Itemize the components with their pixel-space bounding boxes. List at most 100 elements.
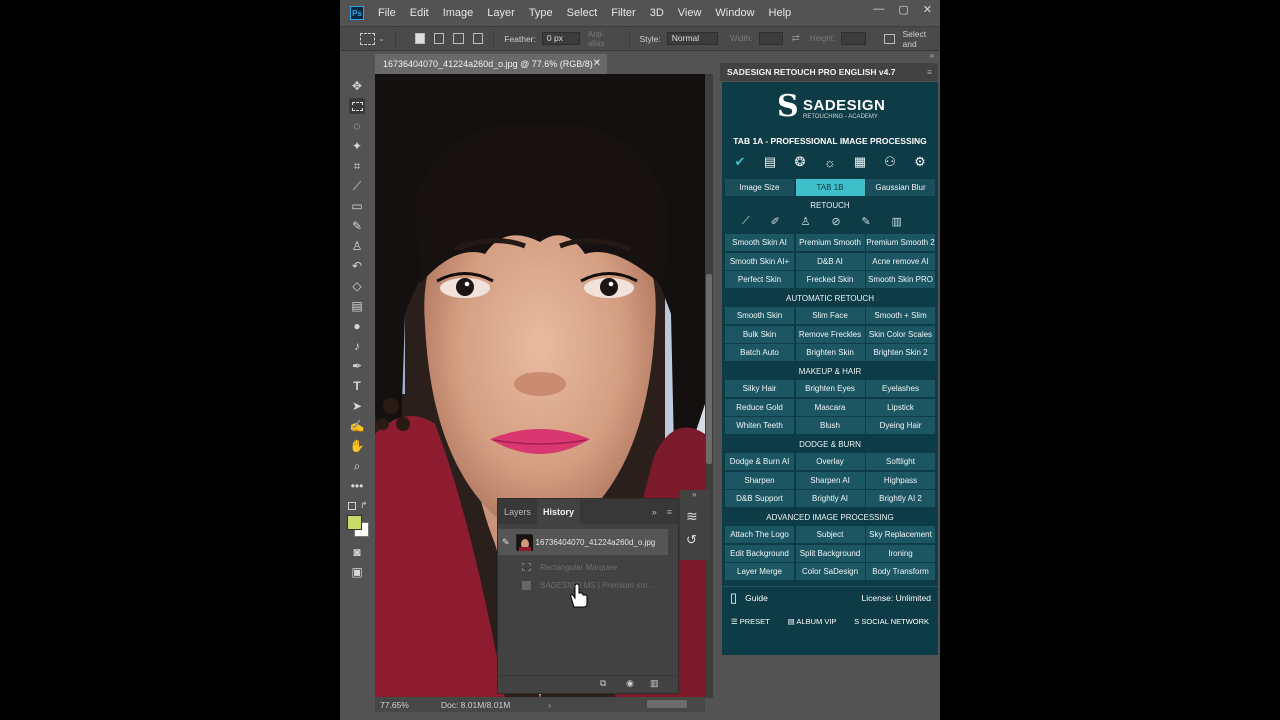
- dodge-icon[interactable]: ♪: [349, 338, 365, 354]
- feather-input[interactable]: 0 px: [541, 32, 580, 45]
- menu-file[interactable]: File: [378, 7, 396, 19]
- hand-icon[interactable]: ✋: [349, 438, 365, 454]
- crop-icon[interactable]: ⌗: [349, 158, 365, 174]
- remove-freckles-button[interactable]: Remove Freckles: [795, 325, 865, 343]
- ironing-button[interactable]: Ironing: [866, 544, 935, 562]
- select-and-mask-button[interactable]: Select and: [903, 29, 940, 49]
- skin-color-scales-button[interactable]: Skin Color Scales: [866, 325, 935, 343]
- intersect-selection-icon[interactable]: [472, 33, 484, 44]
- social-network-button[interactable]: S SOCIAL NETWORK: [854, 617, 929, 626]
- perfect-skin-button[interactable]: Perfect Skin: [725, 271, 794, 289]
- history-brush-source-icon[interactable]: ✎: [502, 537, 510, 548]
- preset-button[interactable]: ☰ PRESET: [731, 617, 770, 626]
- brighten-eyes-button[interactable]: Brighten Eyes: [795, 380, 865, 397]
- album-vip-button[interactable]: ▤ ALBUM VIP: [788, 617, 837, 626]
- clone-stamp-icon[interactable]: ♙: [349, 238, 365, 254]
- height-input[interactable]: [841, 32, 867, 45]
- blur-icon[interactable]: ●: [349, 318, 365, 334]
- menu-edit[interactable]: Edit: [410, 7, 429, 19]
- whiten-teeth-button[interactable]: Whiten Teeth: [725, 417, 794, 435]
- softlight-button[interactable]: Softlight: [866, 453, 935, 470]
- silky-hair-button[interactable]: Silky Hair: [725, 380, 794, 397]
- subject-button[interactable]: Subject: [795, 526, 865, 543]
- history-brush-icon[interactable]: ↶: [349, 258, 365, 274]
- film-icon[interactable]: ▥: [892, 215, 902, 231]
- layers-icon[interactable]: ≋: [686, 508, 698, 525]
- blush-button[interactable]: Blush: [795, 417, 865, 435]
- menu-3d[interactable]: 3D: [650, 7, 664, 19]
- dodge-burn-ai-button[interactable]: Dodge & Burn AI: [725, 453, 794, 470]
- smooth-skin-button[interactable]: Smooth Skin: [725, 307, 794, 324]
- lipstick-button[interactable]: Lipstick: [866, 398, 935, 416]
- swap-colors-icon[interactable]: ↱: [360, 500, 368, 511]
- acne-remove-ai-button[interactable]: Acne remove AI: [866, 252, 935, 270]
- eraser-icon[interactable]: ◇: [349, 278, 365, 294]
- brightly-ai-button[interactable]: Brightly AI: [795, 490, 865, 508]
- frecked-skin-button[interactable]: Frecked Skin: [795, 271, 865, 289]
- slim-face-button[interactable]: Slim Face: [795, 307, 865, 324]
- width-input[interactable]: [758, 32, 784, 45]
- brush-icon[interactable]: ⟋: [742, 215, 750, 231]
- brighten-skin-2-button[interactable]: Brighten Skin 2: [866, 344, 935, 362]
- bulk-skin-button[interactable]: Bulk Skin: [725, 325, 794, 343]
- maximize-button[interactable]: ▢: [898, 3, 908, 16]
- panel-menu-icon[interactable]: ≡: [667, 507, 672, 517]
- new-selection-icon[interactable]: [414, 33, 426, 44]
- history-icon[interactable]: ↺: [686, 532, 697, 548]
- lasso-icon[interactable]: ◌: [349, 118, 365, 134]
- sharpen-ai-button[interactable]: Sharpen AI: [795, 471, 865, 489]
- smooth-skin-pro-button[interactable]: Smooth Skin PRO: [866, 271, 935, 289]
- zoom-icon[interactable]: ⌕: [349, 458, 365, 474]
- split-background-button[interactable]: Split Background: [795, 544, 865, 562]
- screen-mode-icon[interactable]: ▣: [349, 564, 365, 580]
- select-mask-icon[interactable]: [884, 33, 895, 44]
- pencil-icon[interactable]: ✎: [861, 215, 870, 231]
- horizontal-scrollbar[interactable]: [647, 700, 687, 708]
- attach-logo-button[interactable]: Attach The Logo: [725, 526, 794, 543]
- sharpen-button[interactable]: Sharpen: [725, 471, 794, 489]
- rect-marquee-icon[interactable]: [349, 98, 365, 114]
- close-icon[interactable]: ✕: [593, 58, 601, 69]
- menu-window[interactable]: Window: [715, 7, 754, 19]
- chevron-down-icon[interactable]: ⌄: [378, 34, 385, 43]
- collapse-icon[interactable]: »: [930, 51, 934, 60]
- status-arrow-icon[interactable]: ›: [548, 700, 551, 710]
- aperture-icon[interactable]: ❂: [790, 154, 810, 170]
- batch-auto-button[interactable]: Batch Auto: [725, 344, 794, 362]
- subtract-selection-icon[interactable]: [453, 33, 464, 44]
- default-colors-icon[interactable]: [348, 502, 356, 510]
- add-selection-icon[interactable]: [434, 33, 445, 44]
- history-entry[interactable]: Rectangular Marquee: [498, 557, 668, 577]
- more-icon[interactable]: •••: [349, 478, 365, 494]
- magic-wand-icon[interactable]: ✦: [349, 138, 365, 154]
- color-circles-icon[interactable]: ⚇: [880, 154, 900, 170]
- db-support-button[interactable]: D&B Support: [725, 490, 794, 508]
- vertical-scrollbar[interactable]: [705, 74, 713, 698]
- color-sadesign-button[interactable]: Color SaDesign: [795, 563, 865, 581]
- eyedropper-icon[interactable]: ⟋: [349, 178, 365, 194]
- gradient-icon[interactable]: ▤: [349, 298, 365, 314]
- menu-filter[interactable]: Filter: [611, 7, 635, 19]
- brighten-skin-button[interactable]: Brighten Skin: [795, 344, 865, 362]
- settings-icon[interactable]: ⚙: [910, 154, 930, 170]
- panel-collapse-icon[interactable]: »: [652, 507, 657, 517]
- premium-smooth-button[interactable]: Premium Smooth: [795, 234, 865, 251]
- close-button[interactable]: ✕: [923, 3, 932, 16]
- body-transform-button[interactable]: Body Transform: [866, 563, 935, 581]
- minimize-button[interactable]: —: [873, 3, 884, 16]
- dyeing-hair-button[interactable]: Dyeing Hair: [866, 417, 935, 435]
- quick-mask-icon[interactable]: ◙: [349, 544, 365, 560]
- shape-icon[interactable]: ✍: [349, 418, 365, 434]
- panel-menu-icon[interactable]: ≡: [927, 67, 932, 77]
- type-icon[interactable]: T: [349, 378, 365, 394]
- style-select[interactable]: Normal: [666, 32, 718, 45]
- pen-icon[interactable]: ✒: [349, 358, 365, 374]
- gaussian-blur-button[interactable]: Gaussian Blur: [866, 179, 935, 196]
- foreground-color-swatch[interactable]: [347, 515, 362, 530]
- document-tab[interactable]: 16736404070_41224a260d_o.jpg @ 77.6% (RG…: [375, 54, 607, 74]
- menu-layer[interactable]: Layer: [487, 7, 515, 19]
- mascara-button[interactable]: Mascara: [795, 398, 865, 416]
- menu-select[interactable]: Select: [567, 7, 598, 19]
- highpass-button[interactable]: Highpass: [866, 471, 935, 489]
- new-document-icon[interactable]: ⧉: [600, 678, 606, 689]
